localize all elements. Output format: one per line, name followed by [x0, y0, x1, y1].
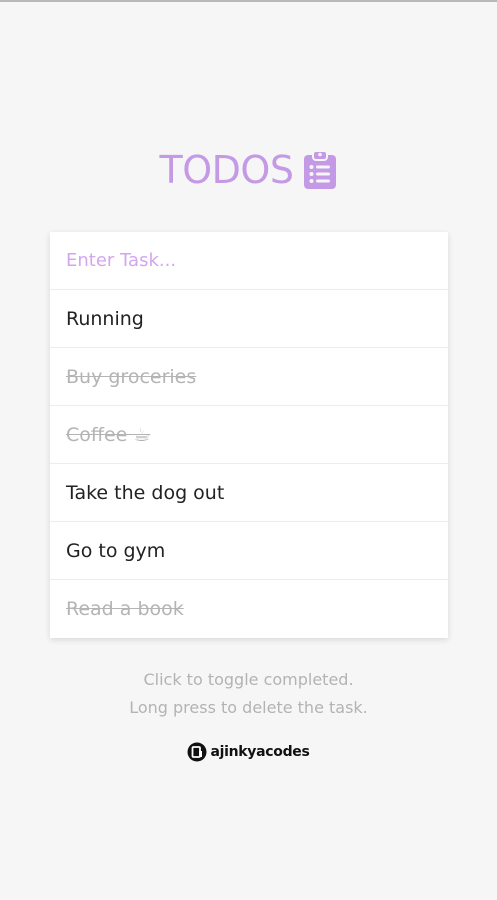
status-divider: [0, 0, 497, 2]
brand-name: ajinkyacodes: [210, 744, 310, 760]
task-item[interactable]: Buy groceries: [50, 348, 448, 406]
app-title: TODOS: [159, 148, 294, 192]
clipboard-list-icon: [304, 150, 337, 189]
task-list: Running Buy groceries Coffee ☕ Take the …: [50, 290, 448, 638]
app-header: TODOS: [0, 150, 497, 190]
task-item[interactable]: Running: [50, 290, 448, 348]
hint-toggle: Click to toggle completed.: [143, 670, 354, 689]
task-item[interactable]: Read a book: [50, 580, 448, 638]
task-item[interactable]: Go to gym: [50, 522, 448, 580]
task-item[interactable]: Take the dog out: [50, 464, 448, 522]
ajinkyacodes-logo-icon: [187, 742, 207, 762]
task-item[interactable]: Coffee ☕: [50, 406, 448, 464]
hint-delete: Long press to delete the task.: [129, 698, 368, 717]
brand-credit[interactable]: ajinkyacodes: [0, 742, 497, 762]
todo-card: Running Buy groceries Coffee ☕ Take the …: [50, 232, 448, 638]
usage-hint: Click to toggle completed. Long press to…: [0, 666, 497, 722]
task-input[interactable]: [50, 232, 448, 290]
